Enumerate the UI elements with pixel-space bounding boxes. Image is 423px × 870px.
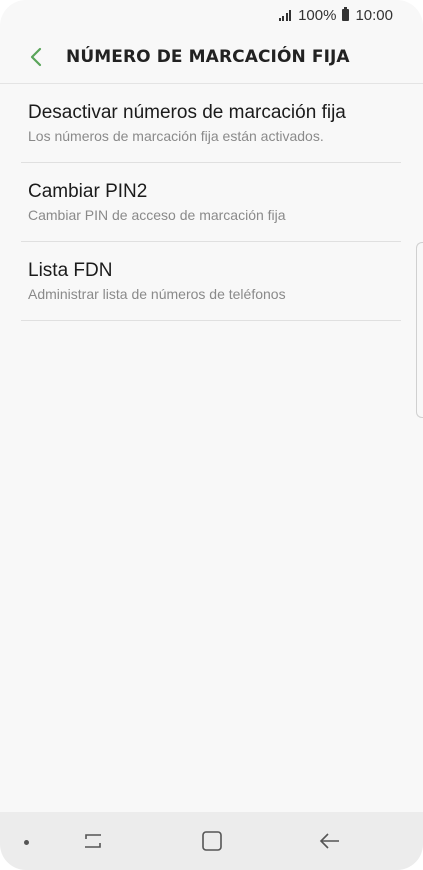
- edge-panel-handle[interactable]: [416, 242, 423, 418]
- back-nav-button[interactable]: [312, 826, 348, 856]
- battery-icon: [342, 7, 350, 21]
- setting-title: Cambiar PIN2: [28, 181, 148, 202]
- recent-apps-button[interactable]: [75, 826, 111, 856]
- setting-subtitle: Cambiar PIN de acceso de marcación fija: [28, 207, 286, 223]
- settings-list: Desactivar números de marcación fija Los…: [0, 84, 423, 321]
- nav-dot-indicator: [24, 840, 29, 845]
- setting-change-pin2[interactable]: Cambiar PIN2 Cambiar PIN de acceso de ma…: [21, 163, 401, 242]
- chevron-left-icon: [30, 47, 42, 66]
- signal-icon: [278, 9, 292, 21]
- setting-title: Lista FDN: [28, 260, 113, 281]
- app-bar: NÚMERO DE MARCACIÓN FIJA: [0, 30, 423, 84]
- back-arrow-icon: [319, 833, 339, 849]
- setting-disable-fdn[interactable]: Desactivar números de marcación fija Los…: [21, 84, 401, 163]
- page-title: NÚMERO DE MARCACIÓN FIJA: [66, 46, 350, 67]
- phone-screen: 100% 10:00 NÚMERO DE MARCACIÓN FIJA Desa…: [0, 0, 423, 870]
- clock: 10:00: [355, 6, 393, 24]
- battery-percentage: 100%: [298, 6, 337, 24]
- setting-subtitle: Los números de marcación fija están acti…: [28, 128, 324, 144]
- setting-title: Desactivar números de marcación fija: [28, 102, 346, 123]
- setting-fdn-list[interactable]: Lista FDN Administrar lista de números d…: [21, 242, 401, 321]
- home-button[interactable]: [194, 826, 230, 856]
- status-bar: 100% 10:00: [0, 0, 423, 30]
- back-button[interactable]: [16, 37, 56, 77]
- setting-subtitle: Administrar lista de números de teléfono…: [28, 286, 286, 302]
- navigation-bar: [0, 812, 423, 870]
- home-icon: [202, 831, 222, 851]
- recent-apps-icon: [85, 834, 101, 848]
